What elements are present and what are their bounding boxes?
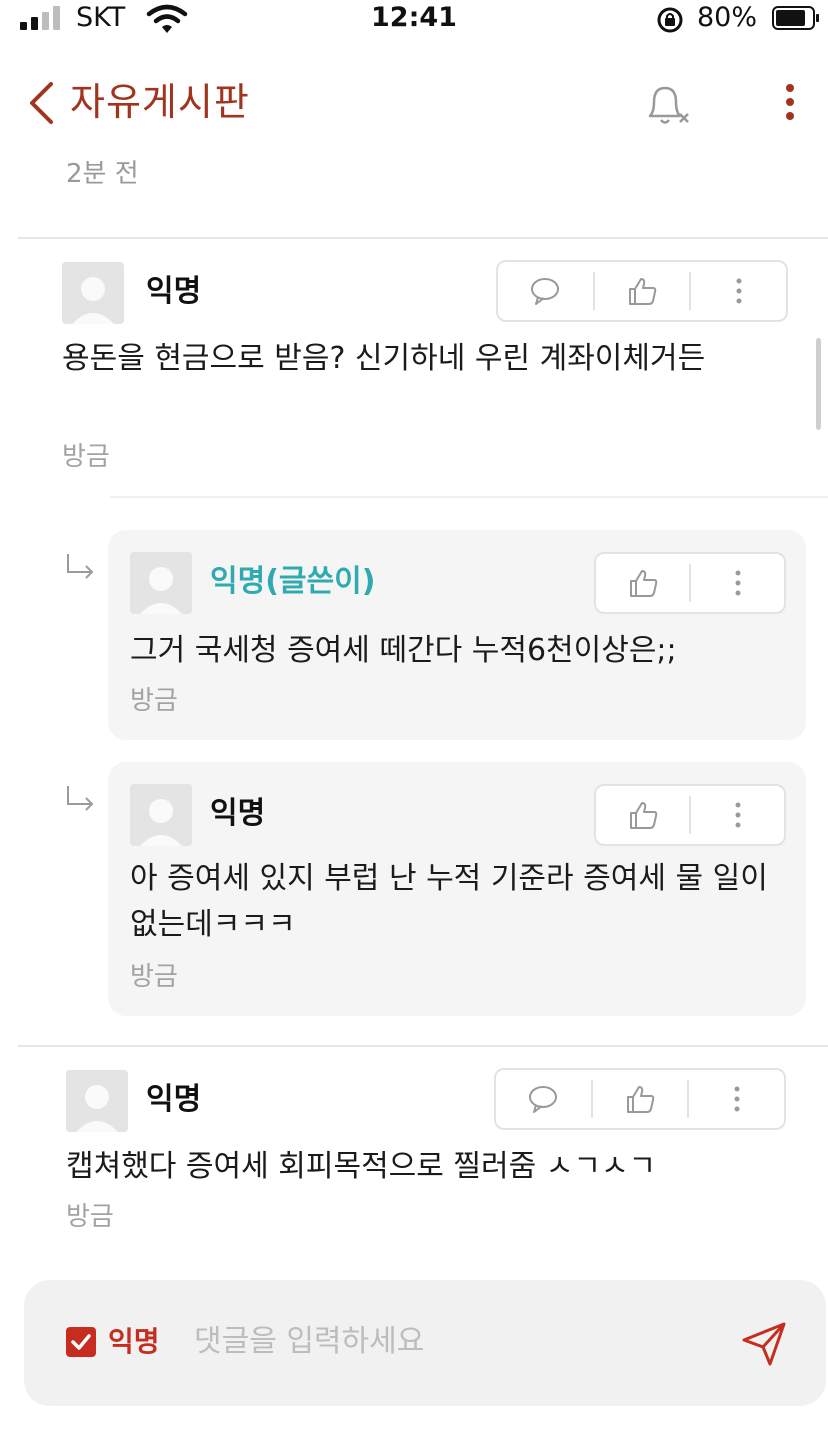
reply-time: 방금 <box>130 962 178 992</box>
divider <box>18 237 828 239</box>
reply-actions <box>594 552 786 614</box>
reply-text: 그거 국세청 증여세 떼간다 누적6천이상은;; <box>130 633 677 668</box>
reply-actions <box>594 784 786 846</box>
comment-author: 익명 <box>146 274 202 309</box>
reply-more-button[interactable] <box>691 786 784 844</box>
avatar <box>130 552 192 614</box>
thumbs-up-icon <box>629 570 657 597</box>
more-vertical-icon[interactable] <box>776 80 804 128</box>
comment-text: 용돈을 현금으로 받음? 신기하네 우린 계좌이체거든 <box>62 341 706 376</box>
like-button[interactable] <box>595 262 690 320</box>
avatar-placeholder-icon <box>62 262 124 324</box>
like-button[interactable] <box>596 554 689 612</box>
avatar <box>130 784 192 846</box>
comment-icon <box>529 1086 558 1113</box>
check-icon <box>71 1334 91 1350</box>
reply-author-op: 익명(글쓴이) <box>210 564 376 599</box>
like-button[interactable] <box>596 786 689 844</box>
reply-text: 아 증여세 있지 부럽 난 누적 기준라 증여세 물 일이 없는데ㅋㅋㅋ <box>130 861 768 942</box>
avatar <box>62 262 124 324</box>
thumbs-up-icon <box>627 1086 655 1113</box>
divider <box>110 496 828 498</box>
comment-time: 방금 <box>62 442 110 472</box>
reply-button[interactable] <box>498 262 593 320</box>
send-icon[interactable] <box>738 1318 790 1370</box>
reply-time: 방금 <box>130 686 178 716</box>
comment-time: 방금 <box>66 1202 114 1232</box>
reply-more-button[interactable] <box>691 554 784 612</box>
comment-text: 캡쳐했다 증여세 회피목적으로 찔러줌 ㅅㄱㅅㄱ <box>66 1149 657 1184</box>
reply-button[interactable] <box>496 1070 591 1128</box>
post-time: 2분 전 <box>66 159 139 189</box>
avatar-placeholder-icon <box>130 552 192 614</box>
like-button[interactable] <box>593 1070 688 1128</box>
battery-icon <box>772 6 819 30</box>
avatar <box>66 1070 128 1132</box>
comment-input[interactable]: 댓글을 입력하세요 <box>194 1322 424 1362</box>
anonymous-label[interactable]: 익명 <box>108 1322 160 1362</box>
status-bar: SKT 12:41 80% <box>0 0 828 44</box>
avatar-placeholder-icon <box>66 1070 128 1132</box>
comment-more-button[interactable] <box>691 262 786 320</box>
comment-author: 익명 <box>146 1082 202 1117</box>
bell-off-icon[interactable] <box>640 80 692 128</box>
scrollbar[interactable] <box>816 338 821 430</box>
divider <box>18 1045 828 1047</box>
reply-arrow-icon <box>67 554 94 579</box>
more-vertical-icon <box>735 570 740 596</box>
board-title: 자유게시판 <box>70 80 250 124</box>
rotation-lock-icon <box>657 7 683 33</box>
comment-actions <box>494 1068 786 1130</box>
reply-arrow-icon <box>67 786 94 811</box>
back-chevron-icon[interactable] <box>26 80 56 126</box>
more-vertical-icon <box>735 802 740 828</box>
battery-percent: 80% <box>697 2 758 33</box>
comment-more-button[interactable] <box>689 1070 784 1128</box>
anonymous-checkbox[interactable] <box>66 1327 96 1357</box>
more-vertical-icon <box>736 278 742 304</box>
reply-author: 익명 <box>210 796 266 831</box>
thumbs-up-icon <box>629 802 657 829</box>
comment-icon <box>531 278 560 305</box>
thumbs-up-icon <box>629 278 657 305</box>
comment-actions <box>496 260 788 322</box>
avatar-placeholder-icon <box>130 784 192 846</box>
more-vertical-icon <box>734 1086 740 1112</box>
